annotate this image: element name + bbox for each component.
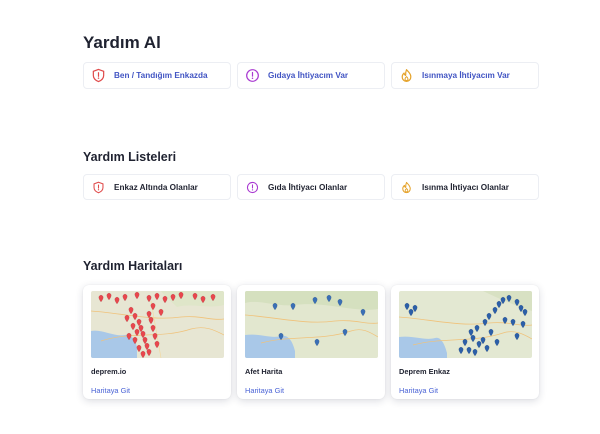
map-card-afet-harita[interactable]: Afet Harita Haritaya Git <box>237 285 385 399</box>
food-needs-list-label: Gıda İhtiyacı Olanlar <box>268 182 348 192</box>
heating-needs-list-button[interactable]: Isınma İhtiyacı Olanlar <box>391 174 539 200</box>
need-heating-button[interactable]: Isınmaya İhtiyacım Var <box>391 62 539 89</box>
go-to-map-link[interactable]: Haritaya Git <box>399 386 438 395</box>
map-thumbnail <box>91 291 224 358</box>
trapped-under-rubble-button[interactable]: Ben / Tandığım Enkazda <box>83 62 231 89</box>
map-thumbnail <box>399 291 532 358</box>
alert-circle-icon <box>244 179 260 195</box>
map-card-title: Deprem Enkaz <box>399 367 450 376</box>
map-thumbnail <box>245 291 378 358</box>
under-rubble-list-label: Enkaz Altında Olanlar <box>114 182 198 192</box>
heating-needs-list-label: Isınma İhtiyacı Olanlar <box>422 182 509 192</box>
need-food-button[interactable]: Gıdaya İhtiyacım Var <box>237 62 385 89</box>
alert-circle-icon <box>244 68 260 84</box>
help-section-title: Yardım Al <box>83 33 161 52</box>
flame-icon <box>398 179 414 195</box>
food-needs-list-button[interactable]: Gıda İhtiyacı Olanlar <box>237 174 385 200</box>
need-heating-label: Isınmaya İhtiyacım Var <box>422 71 510 80</box>
lists-buttons-row: Enkaz Altında Olanlar Gıda İhtiyacı Olan… <box>83 174 539 200</box>
map-card-deprem-enkaz[interactable]: Deprem Enkaz Haritaya Git <box>391 285 539 399</box>
maps-section-title: Yardım Haritaları <box>83 259 183 273</box>
need-food-label: Gıdaya İhtiyacım Var <box>268 71 349 80</box>
map-card-title: deprem.io <box>91 367 127 376</box>
maps-cards-row: deprem.io Haritaya Git Afet Harita Harit… <box>83 285 539 399</box>
help-buttons-row: Ben / Tandığım Enkazda Gıdaya İhtiyacım … <box>83 62 539 89</box>
under-rubble-list-button[interactable]: Enkaz Altında Olanlar <box>83 174 231 200</box>
map-card-title: Afet Harita <box>245 367 283 376</box>
lists-section-title: Yardım Listeleri <box>83 150 177 164</box>
go-to-map-link[interactable]: Haritaya Git <box>245 386 284 395</box>
shield-alert-icon <box>90 68 106 84</box>
shield-alert-icon <box>90 179 106 195</box>
map-card-deprem-io[interactable]: deprem.io Haritaya Git <box>83 285 231 399</box>
go-to-map-link[interactable]: Haritaya Git <box>91 386 130 395</box>
flame-icon <box>398 68 414 84</box>
trapped-under-rubble-label: Ben / Tandığım Enkazda <box>114 71 208 80</box>
